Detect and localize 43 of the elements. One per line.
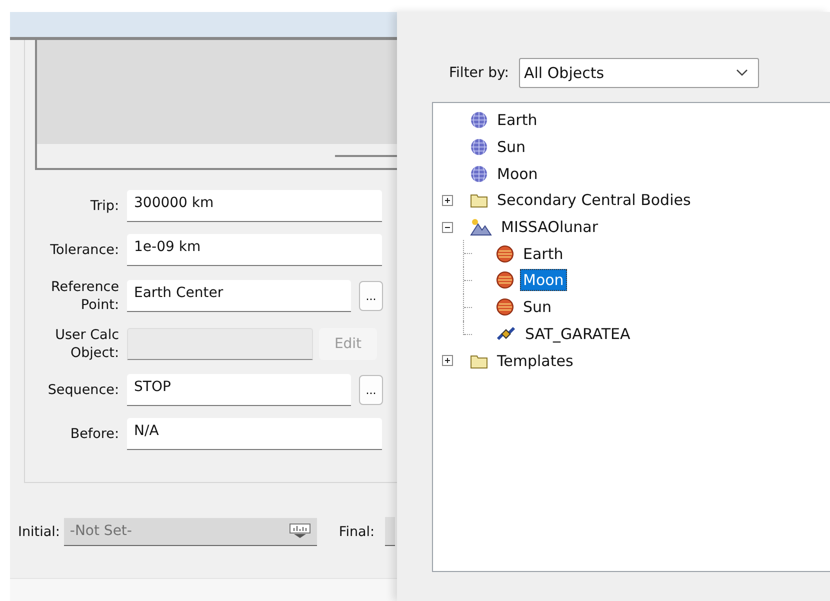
browse-button[interactable]: ... [359, 281, 383, 311]
final-dropdown[interactable] [384, 517, 395, 546]
field-label: User Calc Object: [54, 326, 119, 362]
input-field[interactable]: 300000 km [127, 190, 382, 222]
tree-item[interactable]: Moon [494, 162, 541, 185]
tree-item[interactable]: MISSAOlunar [498, 216, 602, 238]
globe-icon [470, 138, 488, 156]
planet-icon [496, 244, 514, 263]
tree-item[interactable]: Earth [494, 109, 540, 132]
folder-icon [470, 352, 488, 369]
tree-item[interactable]: Templates [494, 350, 576, 372]
field-label: Before: [69, 425, 119, 443]
tree-item[interactable]: Moon [520, 269, 567, 292]
expand-icon[interactable] [442, 194, 453, 206]
browse-button[interactable]: ... [359, 375, 383, 405]
input-field[interactable]: Earth Center [127, 280, 351, 312]
tree-item[interactable]: SAT_GARATEA [522, 322, 634, 345]
satellite-icon [496, 324, 516, 343]
field-label: Tolerance: [49, 241, 119, 259]
tree-item[interactable]: Earth [520, 242, 566, 265]
expand-icon[interactable] [442, 355, 453, 366]
tree-item[interactable]: Sun [494, 136, 529, 158]
field-label: Initial: [18, 524, 60, 540]
filter-dropdown[interactable]: All Objects [519, 58, 759, 88]
planet-icon [496, 298, 514, 316]
mountain-icon [470, 218, 492, 236]
tree-item[interactable]: Sun [520, 296, 555, 318]
field-label: Sequence: [46, 381, 119, 399]
field-label: Reference Point: [50, 278, 119, 314]
globe-icon [470, 164, 488, 183]
input-field[interactable]: STOP [127, 374, 351, 406]
planet-icon [496, 271, 514, 290]
collapse-icon[interactable] [442, 222, 453, 233]
field-label: Final: [338, 524, 375, 540]
filter-label: Filter by: [449, 65, 509, 81]
tree-item[interactable]: Secondary Central Bodies [494, 189, 694, 212]
input-field[interactable]: 1e-09 km [127, 234, 382, 266]
chevron-down-icon [736, 69, 748, 77]
globe-icon [470, 111, 488, 130]
folder-icon [470, 192, 488, 208]
chart-picker-icon [288, 523, 311, 539]
field-label: Trip: [89, 197, 119, 215]
input-field[interactable]: N/A [127, 418, 382, 450]
